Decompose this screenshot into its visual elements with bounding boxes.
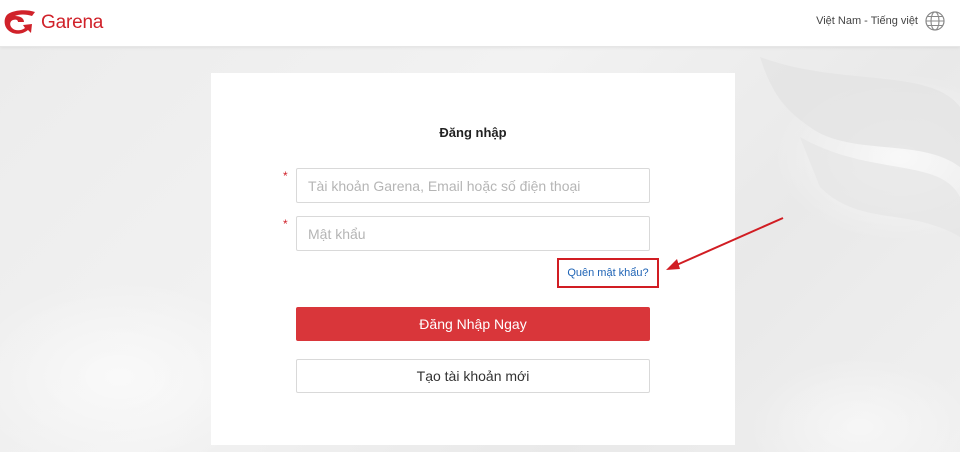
required-mark-password: * (283, 217, 288, 231)
language-selector[interactable]: Việt Nam - Tiếng việt (816, 10, 945, 32)
language-label: Việt Nam - Tiếng việt (816, 15, 918, 27)
password-input[interactable] (297, 217, 649, 250)
account-input[interactable] (297, 169, 649, 202)
brand-name: Garena (41, 12, 104, 33)
login-title: Đăng nhập (439, 125, 507, 140)
garena-logo[interactable]: Garena (4, 6, 103, 40)
garena-dragon-logo-icon (4, 10, 35, 34)
forgot-password-highlight: Quên mật khẩu? (557, 258, 659, 288)
login-card: Đăng nhập * * Quên mật khẩu? Đăng Nhập N… (211, 73, 735, 445)
login-button[interactable]: Đăng Nhập Ngay (296, 307, 650, 341)
annotation-arrow-icon (666, 217, 784, 270)
globe-icon (925, 11, 945, 31)
password-field[interactable] (296, 216, 650, 251)
top-header: Garena Việt Nam - Tiếng việt (0, 0, 960, 47)
forgot-password-link[interactable]: Quên mật khẩu? (567, 267, 648, 279)
required-mark-account: * (283, 169, 288, 183)
create-account-button[interactable]: Tạo tài khoản mới (296, 359, 650, 393)
account-field[interactable] (296, 168, 650, 203)
